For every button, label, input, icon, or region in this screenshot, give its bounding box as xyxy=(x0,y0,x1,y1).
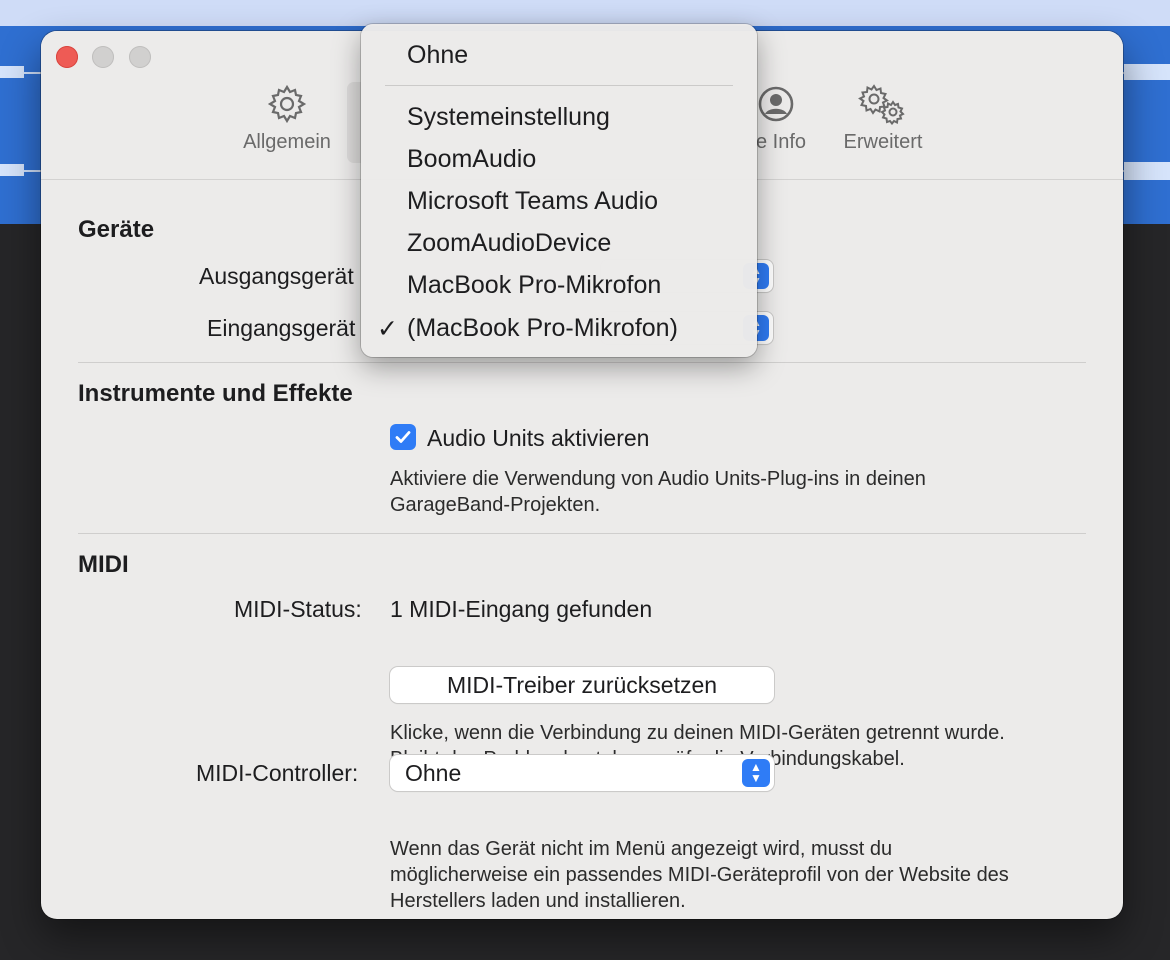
audio-units-description: Aktiviere die Verwendung von Audio Units… xyxy=(390,466,1080,518)
midi-reset-button[interactable]: MIDI-Treiber zurücksetzen xyxy=(390,667,774,703)
audio-units-checkbox[interactable] xyxy=(390,424,416,450)
checkmark-icon: ✓ xyxy=(377,315,398,343)
minimize-button[interactable] xyxy=(92,46,114,68)
background-ruler xyxy=(0,0,1170,26)
menu-item-macbook-mic-selected[interactable]: (MacBook Pro-Mikrofon) xyxy=(407,314,678,343)
menu-item-boomaudio[interactable]: BoomAudio xyxy=(407,145,536,174)
description-line: Wenn das Gerät nicht im Menü angezeigt w… xyxy=(390,838,893,860)
midi-status-value: 1 MIDI-Eingang gefunden xyxy=(390,596,653,622)
output-device-label: Ausgangsgerät xyxy=(199,263,354,289)
input-device-label: Eingangsgerät xyxy=(207,315,356,341)
tab-my-info-label: e Info xyxy=(755,131,807,153)
background-waveform xyxy=(1124,162,1170,180)
menu-separator xyxy=(385,85,733,86)
person-icon xyxy=(758,86,794,122)
gears-icon xyxy=(858,84,905,125)
gear-icon xyxy=(267,84,307,124)
divider xyxy=(78,362,1086,363)
description-line: Klicke, wenn die Verbindung zu deinen MI… xyxy=(390,722,1005,744)
description-line: Aktiviere die Verwendung von Audio Units… xyxy=(390,468,926,490)
section-title-devices: Geräte xyxy=(78,216,155,243)
menu-item-zoom-audio[interactable]: ZoomAudioDevice xyxy=(407,229,611,258)
midi-controller-value: Ohne xyxy=(405,760,462,786)
checkmark-icon xyxy=(395,431,411,443)
divider xyxy=(78,533,1086,534)
midi-status-label: MIDI-Status: xyxy=(234,596,362,622)
menu-item-macbook-mic[interactable]: MacBook Pro-Mikrofon xyxy=(407,271,661,300)
midi-controller-select[interactable]: Ohne ▲ ▼ xyxy=(390,755,774,791)
midi-controller-description: Wenn das Gerät nicht im Menü angezeigt w… xyxy=(390,836,1080,914)
section-title-midi: MIDI xyxy=(78,551,129,578)
zoom-button[interactable] xyxy=(129,46,151,68)
menu-item-none[interactable]: Ohne xyxy=(407,41,468,70)
tab-advanced-label: Erweitert xyxy=(843,131,923,153)
close-button[interactable] xyxy=(56,46,78,68)
audio-units-label[interactable]: Audio Units aktivieren xyxy=(427,425,649,452)
tab-general[interactable]: Allgemein xyxy=(231,83,343,154)
description-line: Herstellers laden und installieren. xyxy=(390,890,686,912)
midi-controller-label: MIDI-Controller: xyxy=(196,760,359,786)
menu-item-teams-audio[interactable]: Microsoft Teams Audio xyxy=(407,187,658,216)
description-line: GarageBand-Projekten. xyxy=(390,494,601,516)
background-waveform xyxy=(1124,64,1170,80)
tab-general-label: Allgemein xyxy=(243,131,331,153)
section-title-instruments: Instrumente und Effekte xyxy=(78,380,353,407)
description-line: möglicherweise ein passendes MIDI-Geräte… xyxy=(390,864,1009,886)
input-device-menu: Ohne Systemeinstellung BoomAudio Microso… xyxy=(361,24,757,357)
menu-item-system-setting[interactable]: Systemeinstellung xyxy=(407,103,610,132)
background-waveform xyxy=(0,66,24,78)
tab-advanced[interactable]: Erweitert xyxy=(833,83,933,154)
background-waveform xyxy=(0,164,24,176)
popup-stepper-icon: ▲▼ xyxy=(742,759,770,787)
